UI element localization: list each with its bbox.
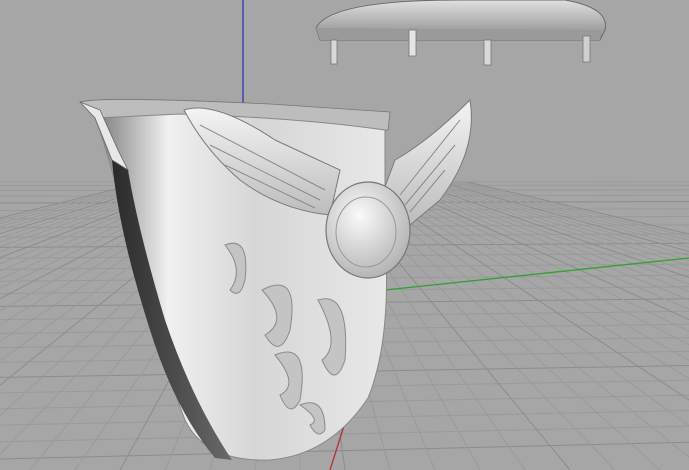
3d-viewport[interactable] — [0, 0, 689, 470]
viewport-canvas[interactable] — [0, 0, 689, 470]
